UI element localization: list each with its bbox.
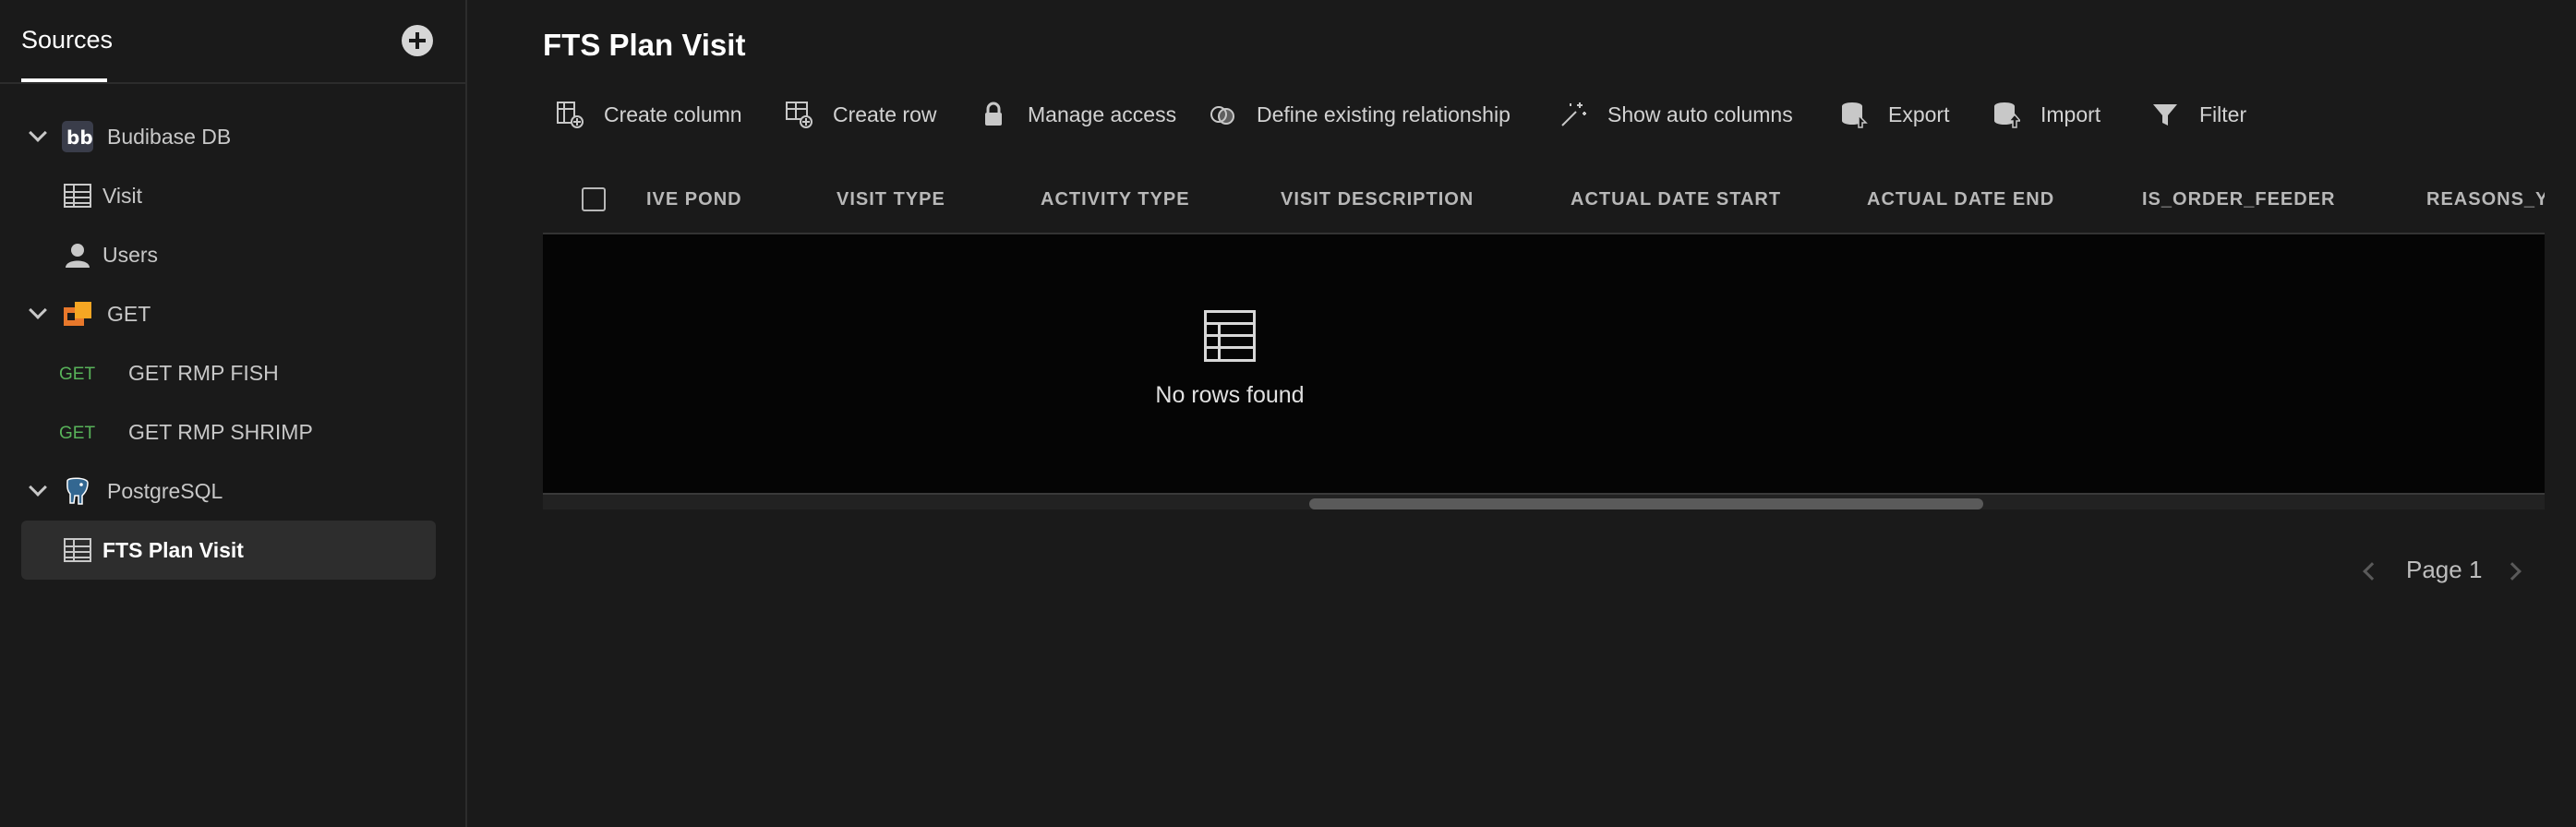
column-header[interactable]: ACTIVITY TYPE	[1041, 189, 1190, 210]
export-button[interactable]: Export	[1840, 98, 1949, 131]
table-item-users[interactable]: Users	[0, 226, 467, 283]
column-header[interactable]: VISIT TYPE	[837, 189, 945, 210]
define-relationship-button[interactable]: Define existing relationship	[1209, 98, 1511, 131]
table-item-fts-plan-visit[interactable]: FTS Plan Visit	[0, 521, 467, 579]
button-label: Filter	[2199, 102, 2247, 126]
lock-icon	[980, 101, 1007, 128]
show-auto-columns-button[interactable]: Show auto columns	[1559, 98, 1793, 131]
table-icon	[64, 184, 91, 208]
sidebar: Sources bb Budibase DB Visit Users GET G…	[0, 0, 467, 827]
filter-icon	[2151, 101, 2179, 128]
http-method-badge: GET	[59, 365, 96, 384]
create-column-button[interactable]: Create column	[556, 98, 742, 131]
column-header[interactable]: ACTUAL DATE END	[1867, 189, 2054, 210]
chevron-down-icon[interactable]	[29, 478, 47, 497]
horizontal-scrollbar[interactable]	[543, 493, 2545, 509]
query-label: GET RMP FISH	[128, 361, 279, 385]
query-item-get-rmp-shrimp[interactable]: GET GET RMP SHRIMP	[0, 403, 467, 461]
sidebar-tab-sources[interactable]: Sources	[21, 26, 113, 54]
datasource-get[interactable]: GET	[0, 285, 467, 342]
manage-access-button[interactable]: Manage access	[980, 98, 1176, 131]
query-label: GET RMP SHRIMP	[128, 420, 313, 444]
data-grid: IVE POND VISIT TYPE ACTIVITY TYPE VISIT …	[543, 174, 2545, 509]
empty-state-message: No rows found	[1155, 382, 1305, 408]
scrollbar-thumb[interactable]	[1309, 498, 1983, 509]
budibase-logo-icon: bb	[62, 121, 93, 152]
main-panel: FTS Plan Visit Create column Create row …	[469, 0, 2576, 827]
chevron-down-icon[interactable]	[29, 301, 47, 319]
postgresql-elephant-icon	[62, 475, 93, 507]
page-indicator: Page 1	[2406, 556, 2483, 583]
table-item-visit[interactable]: Visit	[0, 167, 467, 224]
filter-button[interactable]: Filter	[2151, 98, 2246, 131]
button-label: Show auto columns	[1607, 102, 1793, 126]
button-label: Define existing relationship	[1257, 102, 1511, 126]
sidebar-header: Sources	[0, 0, 467, 84]
datasource-label: PostgreSQL	[107, 479, 223, 503]
import-button[interactable]: Import	[1992, 98, 2101, 131]
table-label: Users	[102, 243, 159, 267]
magic-wand-icon	[1559, 101, 1587, 128]
grid-header-row: IVE POND VISIT TYPE ACTIVITY TYPE VISIT …	[543, 174, 2545, 234]
button-label: Manage access	[1028, 102, 1177, 126]
datasource-label: Budibase DB	[107, 125, 232, 149]
database-export-icon	[1840, 101, 1868, 128]
column-header[interactable]: IVE POND	[646, 189, 742, 210]
database-import-icon	[1992, 101, 2022, 128]
add-row-icon	[785, 101, 813, 128]
add-datasource-button[interactable]	[402, 25, 433, 56]
column-header[interactable]: IS_ORDER_FEEDER	[2142, 189, 2336, 210]
svg-text:bb: bb	[66, 126, 93, 149]
button-label: Create row	[833, 102, 937, 126]
button-label: Create column	[604, 102, 742, 126]
relationship-icon	[1209, 101, 1236, 128]
users-icon	[63, 241, 92, 269]
button-label: Export	[1888, 102, 1950, 126]
active-tab-indicator	[21, 78, 107, 82]
datasource-budibase-db[interactable]: bb Budibase DB	[0, 108, 467, 165]
column-header[interactable]: REASONS_Y	[2426, 189, 2545, 210]
table-icon	[64, 538, 91, 562]
select-all-checkbox[interactable]	[582, 187, 606, 211]
column-header[interactable]: ACTUAL DATE START	[1571, 189, 1781, 210]
datasource-label: GET	[107, 302, 151, 326]
button-label: Import	[2040, 102, 2101, 126]
query-item-get-rmp-fish[interactable]: GET GET RMP FISH	[0, 344, 467, 402]
chevron-down-icon[interactable]	[29, 124, 47, 142]
column-header[interactable]: VISIT DESCRIPTION	[1281, 189, 1474, 210]
table-label: Visit	[102, 184, 143, 208]
datasource-postgresql[interactable]: PostgreSQL	[0, 462, 467, 520]
create-row-button[interactable]: Create row	[785, 98, 936, 131]
http-method-badge: GET	[59, 424, 96, 443]
page-title: FTS Plan Visit	[543, 28, 746, 62]
table-label: FTS Plan Visit	[102, 538, 244, 562]
add-column-icon	[556, 101, 584, 128]
grid-body: No rows found	[543, 234, 2545, 493]
rest-api-icon	[62, 298, 93, 330]
empty-table-icon	[1204, 310, 1256, 362]
previous-page-icon[interactable]	[2363, 562, 2381, 581]
next-page-icon[interactable]	[2503, 562, 2522, 581]
